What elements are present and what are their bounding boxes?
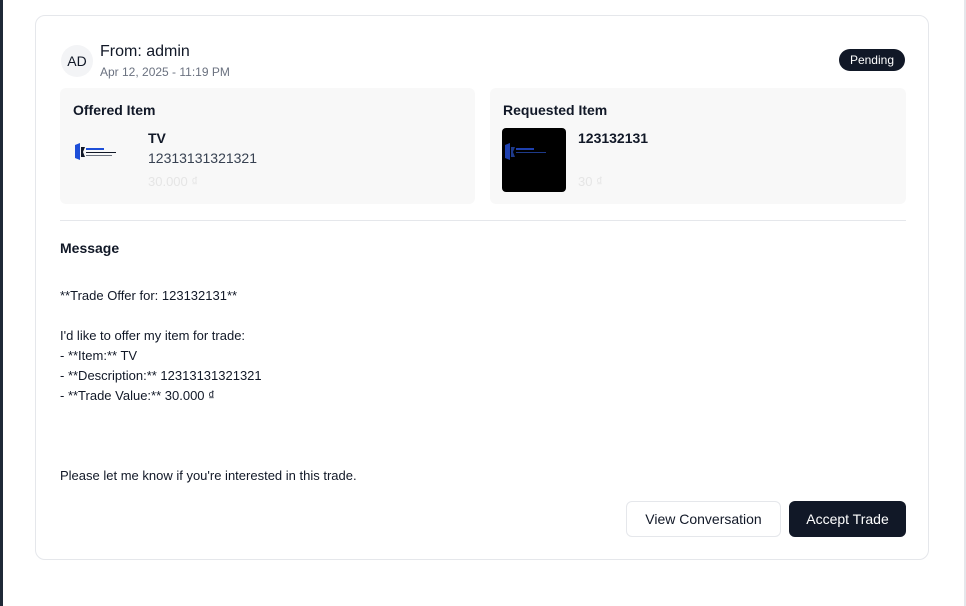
requested-item-name: 123132131 <box>578 130 649 146</box>
offered-item-price: 30.000 ₫ <box>148 174 199 189</box>
requested-item-image <box>502 128 566 192</box>
brand-logo-icon <box>75 143 116 160</box>
accept-trade-button[interactable]: Accept Trade <box>789 501 906 537</box>
sender-name: From: admin <box>100 43 190 60</box>
requested-item-title: Requested Item <box>503 102 608 118</box>
sent-date: Apr 12, 2025 - 11:19 PM <box>100 65 230 79</box>
offered-item-name: TV <box>148 130 166 146</box>
view-conversation-button[interactable]: View Conversation <box>626 501 781 537</box>
requested-item-panel: Requested Item 123132131 30 ₫ <box>490 88 906 204</box>
offered-item-panel: Offered Item TV 12313131321321 30.000 ₫ <box>60 88 475 204</box>
message-title: Message <box>60 240 120 256</box>
offered-item-image <box>72 128 136 192</box>
avatar: AD <box>61 45 93 77</box>
window-edge-left <box>0 0 3 606</box>
brand-logo-icon <box>505 143 546 160</box>
message-body: **Trade Offer for: 123132131** I'd like … <box>60 288 357 483</box>
offered-item-description: 12313131321321 <box>148 150 258 166</box>
status-badge: Pending <box>838 49 905 71</box>
requested-item-price: 30 ₫ <box>578 174 603 189</box>
offered-item-title: Offered Item <box>73 102 156 118</box>
section-divider <box>60 220 906 221</box>
trade-offer-card: AD From: admin Apr 12, 2025 - 11:19 PM P… <box>35 15 929 560</box>
